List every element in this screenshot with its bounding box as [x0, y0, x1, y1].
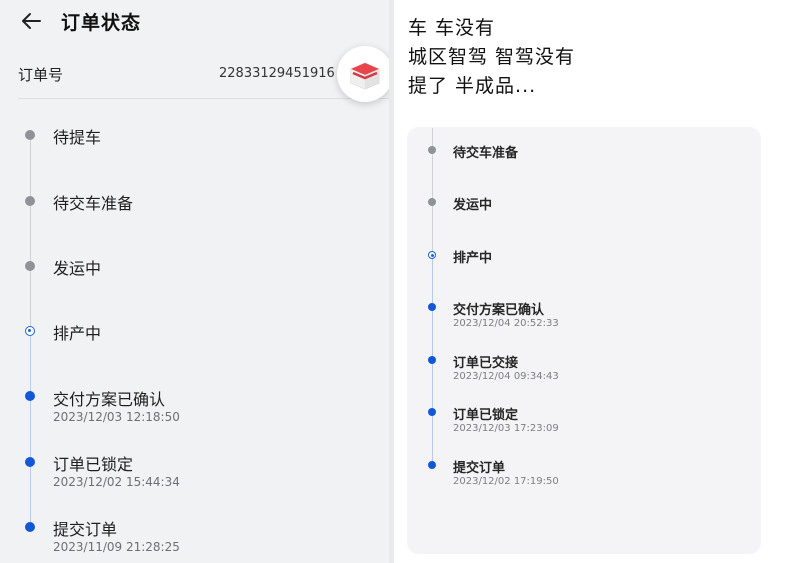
step-label: 订单已交接: [453, 356, 519, 371]
order-number-value: 22833129451916: [219, 66, 335, 81]
step-dot-pending: [25, 196, 35, 206]
step-label: 交付方案已确认: [53, 390, 166, 409]
step-timestamp: 2023/12/02 17:19:50: [453, 476, 559, 487]
step-dot-pending: [428, 146, 436, 154]
step-dot-completed: [25, 457, 35, 467]
step-timestamp: 2023/12/03 17:23:09: [453, 423, 559, 434]
step-dot-completed: [428, 408, 436, 416]
step-label: 待提车: [53, 128, 102, 147]
step-label: 提交订单: [453, 461, 506, 476]
step-label: 待交车准备: [453, 146, 519, 161]
step-timestamp: 2023/12/02 15:44:34: [53, 475, 180, 489]
step-dot-completed: [25, 522, 35, 532]
step-dot-completed: [428, 303, 436, 311]
step-label: 发运中: [53, 259, 102, 278]
step-timestamp: 2023/12/03 12:18:50: [53, 410, 180, 424]
step-dot-current: [25, 326, 35, 336]
step-dot-pending: [428, 198, 436, 206]
step-timestamp: 2023/12/04 20:52:33: [453, 318, 559, 329]
step-dot-completed: [428, 461, 436, 469]
step-label: 交付方案已确认: [453, 303, 545, 318]
step-label: 发运中: [453, 198, 493, 213]
step-timestamp: 2023/12/04 09:34:43: [453, 371, 559, 382]
order-status-screen: 订单状态 订单号 22833129451916 待提车 待交车准备 发运中 排产…: [0, 0, 389, 563]
page-title: 订单状态: [61, 12, 142, 34]
step-label: 排产中: [53, 324, 102, 343]
divider: [18, 98, 389, 99]
step-timestamp: 2023/11/09 21:28:25: [53, 540, 180, 554]
caption-line: 车 车没有: [408, 17, 496, 39]
step-label: 订单已锁定: [453, 408, 519, 423]
step-dot-current: [428, 251, 436, 259]
step-label: 提交订单: [53, 520, 118, 539]
back-arrow-icon[interactable]: [18, 8, 44, 34]
panel-divider: [389, 0, 394, 563]
order-status-card: [407, 127, 761, 554]
step-dot-completed: [428, 356, 436, 364]
step-label: 待交车准备: [53, 194, 134, 213]
floating-gift-button[interactable]: [337, 46, 389, 102]
timeline-line-progress: [30, 331, 31, 531]
gift-box-icon: [350, 62, 380, 90]
step-dot-pending: [25, 261, 35, 271]
caption-text: 车 车没有 城区智驾 智驾没有 提了 半成品...: [408, 14, 575, 101]
order-number-label: 订单号: [18, 66, 64, 84]
timeline-line-pending: [30, 140, 31, 330]
step-label: 订单已锁定: [53, 455, 134, 474]
caption-line: 城区智驾 智驾没有: [408, 46, 576, 68]
step-label: 排产中: [453, 251, 493, 266]
step-dot-pending: [25, 130, 35, 140]
caption-line: 提了 半成品...: [408, 75, 537, 97]
step-dot-completed: [25, 391, 35, 401]
